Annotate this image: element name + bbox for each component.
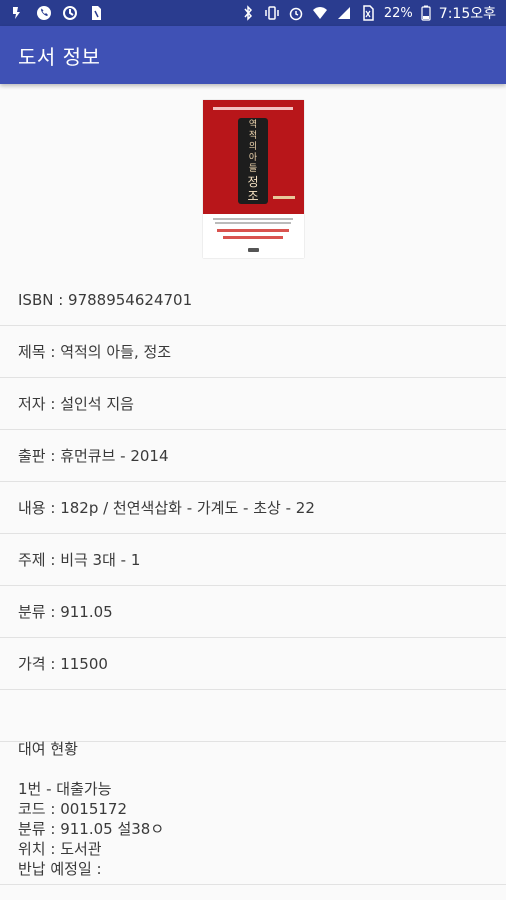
status-left-icons: [10, 5, 104, 21]
title-text: 제목 : 역적의 아들, 정조: [18, 343, 172, 361]
isbn-row[interactable]: ISBN : 9788954624701: [0, 274, 506, 326]
rental-status[interactable]: 대여 현황 1번 - 대출가능 코드 : 0015172 분류 : 911.05…: [18, 739, 488, 879]
divider: [0, 884, 506, 885]
bluetooth-icon: [240, 5, 256, 21]
content-row[interactable]: 내용 : 182p / 천연색삽화 - 가계도 - 초상 - 22: [0, 482, 506, 534]
cover-tagline-line: [217, 229, 289, 232]
book-cover-image[interactable]: 역적의 아들 정조: [203, 100, 304, 258]
alarm-icon: [288, 5, 304, 21]
app-bar: 도서 정보: [0, 26, 506, 84]
subject-text: 주제 : 비극 3대 - 1: [18, 551, 141, 569]
phone-icon: [36, 5, 52, 21]
empty-row[interactable]: [0, 690, 506, 742]
classification-row[interactable]: 분류 : 911.05: [0, 586, 506, 638]
classification-text: 분류 : 911.05: [18, 603, 113, 621]
cover-title-band: 역적의 아들 정조: [238, 118, 268, 204]
cover-text-line: [215, 222, 291, 224]
cover-tagline-line: [223, 236, 283, 239]
cover-author-mark: [273, 196, 295, 199]
no-sim-icon: [360, 5, 376, 21]
vibrate-icon: [264, 5, 280, 21]
subject-row[interactable]: 주제 : 비극 3대 - 1: [0, 534, 506, 586]
rental-heading: 대여 현황: [18, 740, 78, 758]
battery-icon: [421, 5, 431, 21]
signal-icon: [336, 5, 352, 21]
content-text: 내용 : 182p / 천연색삽화 - 가계도 - 초상 - 22: [18, 499, 315, 517]
price-row[interactable]: 가격 : 11500: [0, 638, 506, 690]
book-detail: 역적의 아들 정조 ISBN : 9788954624701 제목 : 역적의 …: [0, 84, 506, 900]
price-text: 가격 : 11500: [18, 655, 108, 673]
title-row[interactable]: 제목 : 역적의 아들, 정조: [0, 326, 506, 378]
rental-return-date: 반납 예정일 :: [18, 860, 102, 878]
wifi-icon: [312, 5, 328, 21]
rental-item-title: 1번 - 대출가능: [18, 780, 112, 798]
clock: 7:15오후: [438, 6, 496, 22]
cover-series-mark: [213, 107, 293, 110]
rental-location: 위치 : 도서관: [18, 840, 102, 858]
status-bar: 22% 7:15오후: [0, 0, 506, 26]
author-row[interactable]: 저자 : 설인석 지음: [0, 378, 506, 430]
battery-percent: 22%: [383, 5, 413, 21]
status-right-icons: 22% 7:15오후: [240, 3, 496, 23]
rental-classification: 분류 : 911.05 설38ㅇ: [18, 820, 165, 838]
sync-icon: [62, 5, 78, 21]
publisher-row[interactable]: 출판 : 휴먼큐브 - 2014: [0, 430, 506, 482]
publisher-logo: [248, 248, 259, 252]
page-title: 도서 정보: [18, 44, 101, 69]
nfc-icon: [10, 5, 26, 21]
publisher-text: 출판 : 휴먼큐브 - 2014: [18, 447, 169, 465]
isbn-text: ISBN : 9788954624701: [18, 290, 193, 309]
sim-icon: [88, 5, 104, 21]
rental-code: 코드 : 0015172: [18, 800, 127, 818]
cover-text-line: [213, 218, 293, 220]
author-text: 저자 : 설인석 지음: [18, 395, 134, 413]
